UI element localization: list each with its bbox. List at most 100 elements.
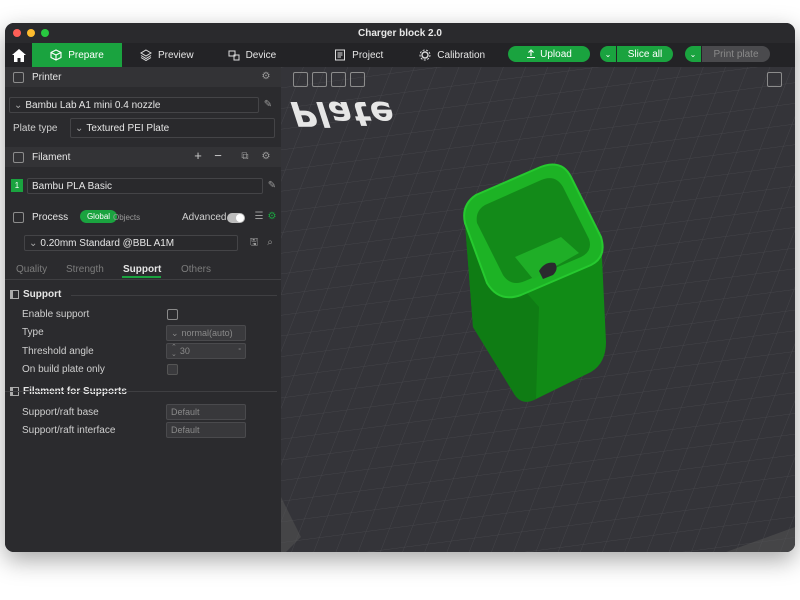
home-button[interactable] xyxy=(5,43,32,67)
support-raft-base-select[interactable]: Default xyxy=(166,404,246,420)
objects-toggle[interactable]: Objects xyxy=(113,213,140,222)
enable-support-checkbox[interactable] xyxy=(167,309,178,320)
window-title: Charger block 2.0 xyxy=(358,27,442,39)
remove-filament-icon[interactable]: − xyxy=(213,149,223,162)
title-bar: Charger block 2.0 xyxy=(5,23,795,43)
layers-icon xyxy=(140,49,152,61)
tab-prepare-label: Prepare xyxy=(68,49,104,61)
process-section-label: Process xyxy=(32,211,69,223)
search-icon[interactable]: ⌕ xyxy=(265,238,275,248)
filament-select[interactable]: Bambu PLA Basic xyxy=(27,178,263,194)
window-controls xyxy=(13,29,49,37)
upload-button[interactable]: Upload xyxy=(508,46,590,62)
chevron-down-icon: ⌄ xyxy=(689,49,697,59)
sync-filament-icon[interactable]: ⧉ xyxy=(240,152,250,162)
plate-type-select[interactable]: ⌄ Textured PEI Plate xyxy=(70,118,275,138)
tab-calibration[interactable]: Calibration xyxy=(399,43,501,67)
advanced-label: Advanced xyxy=(182,212,227,223)
support-type-label: Type xyxy=(22,327,44,338)
orient-icon[interactable] xyxy=(331,71,346,87)
build-plate-only-checkbox[interactable] xyxy=(167,364,178,375)
process-icon xyxy=(13,211,24,223)
plate-type-label: Plate type xyxy=(13,123,58,134)
support-raft-base-label: Support/raft base xyxy=(22,407,99,418)
printer-select[interactable]: ⌄ Bambu Lab A1 mini 0.4 nozzle xyxy=(9,97,259,113)
printer-settings-gear-icon[interactable]: ⚙ xyxy=(261,72,271,82)
tab-device-label: Device xyxy=(245,49,277,61)
slice-all-button[interactable]: Slice all xyxy=(617,46,673,62)
tab-project[interactable]: Project xyxy=(292,43,399,67)
tab-preview-label: Preview xyxy=(158,49,194,61)
edit-printer-icon[interactable]: ✎ xyxy=(263,100,273,110)
chevron-down-icon: ⌄ xyxy=(75,122,84,134)
subtab-support[interactable]: Support xyxy=(123,264,161,275)
filament-settings-gear-icon[interactable]: ⚙ xyxy=(261,152,271,162)
process-preset-select[interactable]: ⌄ 0.20mm Standard @BBL A1M xyxy=(24,235,238,251)
global-toggle[interactable]: Global xyxy=(80,210,117,223)
support-raft-base-value: Default xyxy=(171,407,200,417)
process-compare-icon[interactable]: ☰ xyxy=(254,212,264,222)
support-raft-interface-label: Support/raft interface xyxy=(22,425,116,436)
process-settings-icon[interactable]: ⚙ xyxy=(267,212,277,222)
support-type-value: normal(auto) xyxy=(181,328,233,338)
settings-panel: Printer ⚙ ⌄ Bambu Lab A1 mini 0.4 nozzle… xyxy=(5,67,281,552)
build-plate-only-label: On build plate only xyxy=(22,364,105,375)
slice-dropdown-button[interactable]: ⌄ xyxy=(600,46,616,62)
subtab-divider xyxy=(5,279,281,280)
arrange-grid-icon[interactable] xyxy=(312,71,327,87)
close-window-button[interactable] xyxy=(13,29,21,37)
device-icon xyxy=(228,49,240,61)
tab-prepare[interactable]: Prepare xyxy=(32,43,122,67)
gear-icon xyxy=(419,49,431,61)
enable-support-label: Enable support xyxy=(22,309,90,320)
advanced-toggle[interactable] xyxy=(227,213,245,223)
upload-label: Upload xyxy=(540,48,572,60)
add-object-icon[interactable] xyxy=(293,71,308,87)
edit-filament-icon[interactable]: ✎ xyxy=(267,181,277,191)
minimize-window-button[interactable] xyxy=(27,29,35,37)
subtab-others[interactable]: Others xyxy=(181,264,211,275)
3d-viewport[interactable]: Plate xyxy=(281,67,795,552)
subtab-quality[interactable]: Quality xyxy=(16,264,47,275)
app-window: Charger block 2.0 Prepare Preview Device xyxy=(5,23,795,552)
printer-icon xyxy=(13,71,24,83)
add-filament-icon[interactable]: + xyxy=(193,149,203,162)
threshold-angle-stepper[interactable]: ⌃ ⌄ 30 ° xyxy=(166,343,246,359)
charger-block-model[interactable] xyxy=(451,157,651,417)
printer-section-label: Printer xyxy=(32,71,62,83)
filament-supports-divider xyxy=(5,391,277,392)
support-raft-interface-value: Default xyxy=(171,425,200,435)
slice-all-label: Slice all xyxy=(627,48,663,60)
upload-icon xyxy=(527,49,536,59)
unit-degree-icon: ° xyxy=(238,347,241,355)
plate-layout-icon[interactable] xyxy=(350,71,365,87)
print-dropdown-button[interactable]: ⌄ xyxy=(685,46,701,62)
printer-section-header: Printer xyxy=(5,67,281,87)
filament-name: Bambu PLA Basic xyxy=(32,180,113,192)
filament-icon xyxy=(13,151,24,163)
filament-slot-index[interactable]: 1 xyxy=(11,179,23,192)
support-raft-interface-select[interactable]: Default xyxy=(166,422,246,438)
stepper-arrows-icon: ⌃ ⌄ xyxy=(171,344,177,358)
subtab-strength[interactable]: Strength xyxy=(66,264,104,275)
print-plate-button[interactable]: Print plate xyxy=(702,46,770,62)
cube-icon xyxy=(50,49,62,61)
support-group-label: Support xyxy=(23,289,62,300)
tab-calibration-label: Calibration xyxy=(437,49,486,61)
chevron-down-icon: ⌄ xyxy=(14,99,23,111)
printer-model: Bambu Lab A1 mini 0.4 nozzle xyxy=(25,99,161,111)
maximize-window-button[interactable] xyxy=(41,29,49,37)
chevron-down-icon: ⌄ xyxy=(604,49,612,59)
process-preset-value: 0.20mm Standard @BBL A1M xyxy=(40,237,175,249)
threshold-angle-value: 30 xyxy=(179,346,190,356)
print-plate-label: Print plate xyxy=(713,48,759,60)
save-preset-icon[interactable]: 🖫 xyxy=(249,238,259,248)
support-group-icon xyxy=(10,290,19,299)
tab-device[interactable]: Device xyxy=(210,43,293,67)
project-icon xyxy=(334,49,346,61)
view-options-icon[interactable] xyxy=(767,72,782,87)
tab-preview[interactable]: Preview xyxy=(122,43,210,67)
support-type-select[interactable]: ⌄ normal(auto) xyxy=(166,325,246,341)
chevron-down-icon: ⌄ xyxy=(29,237,38,249)
subtab-active-indicator xyxy=(122,276,161,278)
